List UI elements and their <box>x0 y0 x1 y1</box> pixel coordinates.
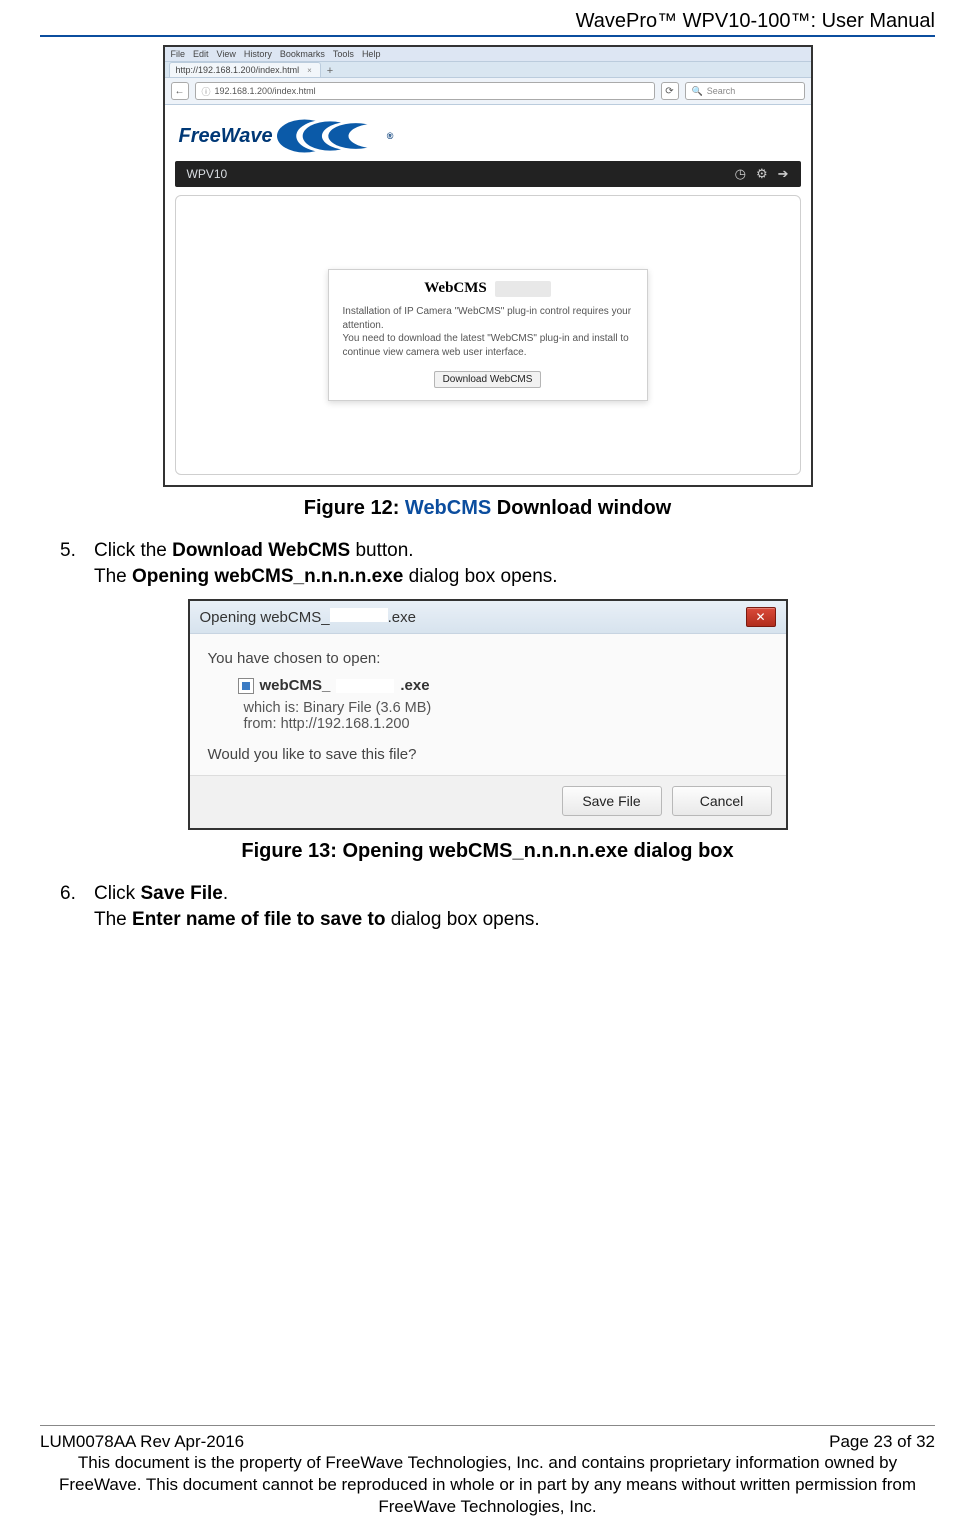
page-header-title: WavePro™ WPV10-100™: User Manual <box>40 10 935 35</box>
search-placeholder: Search <box>707 86 736 96</box>
file-version-redacted <box>336 679 394 693</box>
url-text: 192.168.1.200/index.html <box>215 86 316 96</box>
browser-tab-row: http://192.168.1.200/index.html × + <box>165 62 811 78</box>
dialog-title-a: Opening webCMS_ <box>200 609 330 626</box>
back-button[interactable]: ← <box>171 82 189 100</box>
freewave-logo: FreeWave ® <box>179 117 394 155</box>
dialog-title-bar: Opening webCMS_ .exe ✕ <box>190 601 786 634</box>
refresh-button[interactable]: ⟳ <box>661 82 679 100</box>
new-tab-button[interactable]: + <box>321 65 339 77</box>
tab-close-icon[interactable]: × <box>307 66 312 75</box>
search-bar[interactable]: 🔍 Search <box>685 82 805 100</box>
modal-line1: Installation of IP Camera "WebCMS" plug-… <box>343 305 633 332</box>
menu-file[interactable]: File <box>171 49 186 59</box>
tab-label: http://192.168.1.200/index.html <box>176 65 300 75</box>
clock-icon[interactable]: ◷ <box>735 166 746 182</box>
browser-page-body: FreeWave ® WPV10 ◷ ⚙ <box>165 105 811 485</box>
freewave-logo-text: FreeWave <box>179 125 273 148</box>
dialog-title-b: .exe <box>388 609 416 626</box>
url-bar[interactable]: ⓘ 192.168.1.200/index.html <box>195 82 655 100</box>
modal-line2: You need to download the latest "WebCMS"… <box>343 332 633 359</box>
download-webcms-button[interactable]: Download WebCMS <box>434 371 542 388</box>
figure12-caption: Figure 12: WebCMS Download window <box>40 497 935 520</box>
info-icon: ⓘ <box>202 85 211 98</box>
menu-tools[interactable]: Tools <box>333 49 354 59</box>
dialog-close-button[interactable]: ✕ <box>746 607 776 627</box>
browser-menu-bar: File Edit View History Bookmarks Tools H… <box>165 47 811 62</box>
dialog-save-prompt: Would you like to save this file? <box>208 746 768 763</box>
step-5-number: 5. <box>60 538 94 589</box>
search-icon: 🔍 <box>692 86 703 97</box>
content-panel: WebCMS Installation of IP Camera "WebCMS… <box>175 195 801 475</box>
opening-file-dialog: Opening webCMS_ .exe ✕ You have chosen to… <box>188 599 788 830</box>
dialog-file-row: webCMS_.exe <box>238 677 768 694</box>
dialog-which-is: which is: Binary File (3.6 MB) <box>244 700 768 716</box>
dialog-title-redacted <box>330 608 388 622</box>
step-6-number: 6. <box>60 881 94 932</box>
app-title-bar: WPV10 ◷ ⚙ ➔ <box>175 161 801 187</box>
footer-doc-id: LUM0078AA Rev Apr-2016 <box>40 1432 244 1452</box>
page-footer: LUM0078AA Rev Apr-2016 Page 23 of 32 Thi… <box>40 1413 935 1518</box>
dialog-from: from: http://192.168.1.200 <box>244 716 768 732</box>
freewave-wave-icon <box>277 117 387 155</box>
dialog-prompt-open: You have chosen to open: <box>208 650 768 667</box>
modal-version-redacted <box>495 281 551 297</box>
settings-icon[interactable]: ⚙ <box>756 166 768 182</box>
app-title: WPV10 <box>187 167 228 181</box>
browser-tab[interactable]: http://192.168.1.200/index.html × <box>169 62 321 77</box>
forward-arrow-icon[interactable]: ➔ <box>778 166 789 182</box>
save-file-button[interactable]: Save File <box>562 786 662 816</box>
menu-help[interactable]: Help <box>362 49 381 59</box>
footer-notice: This document is the property of FreeWav… <box>40 1452 935 1518</box>
file-icon <box>238 678 254 694</box>
header-rule <box>40 35 935 37</box>
modal-title: WebCMS <box>424 280 487 297</box>
figure13-caption: Figure 13: Opening webCMS_n.n.n.n.exe di… <box>40 840 935 863</box>
menu-bookmarks[interactable]: Bookmarks <box>280 49 325 59</box>
menu-history[interactable]: History <box>244 49 272 59</box>
footer-page-num: Page 23 of 32 <box>829 1432 935 1452</box>
browser-url-row: ← ⓘ 192.168.1.200/index.html ⟳ 🔍 Search <box>165 78 811 105</box>
menu-edit[interactable]: Edit <box>193 49 209 59</box>
step-5: 5. Click the Download WebCMS button. The… <box>60 538 935 589</box>
figure12-browser-window: File Edit View History Bookmarks Tools H… <box>163 45 813 487</box>
cancel-button[interactable]: Cancel <box>672 786 772 816</box>
webcms-modal: WebCMS Installation of IP Camera "WebCMS… <box>328 269 648 401</box>
step-6: 6. Click Save File. The Enter name of fi… <box>60 881 935 932</box>
menu-view[interactable]: View <box>217 49 236 59</box>
